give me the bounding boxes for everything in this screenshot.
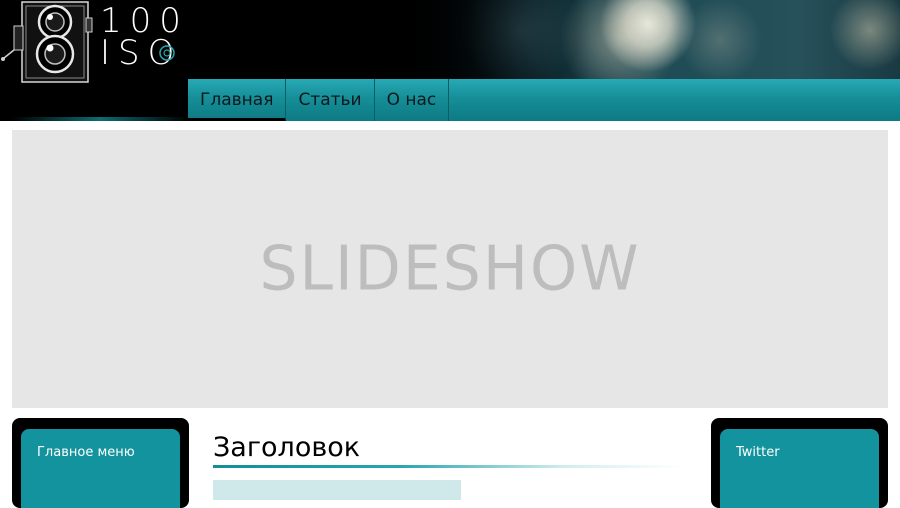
main-nav: Главная Статьи О нас bbox=[188, 79, 450, 121]
right-sidebar-box: Twitter bbox=[711, 418, 888, 508]
nav-item-home[interactable]: Главная bbox=[188, 79, 287, 121]
slideshow-placeholder[interactable]: SLIDESHOW bbox=[12, 130, 888, 408]
left-sidebar-panel: Главное меню bbox=[21, 429, 180, 508]
slideshow-label: SLIDESHOW bbox=[259, 233, 641, 305]
nav-item-about[interactable]: О нас bbox=[375, 79, 450, 121]
article-heading: Заголовок bbox=[213, 432, 361, 463]
heading-underline bbox=[213, 465, 683, 468]
site-logo[interactable]: 100 ISO bbox=[0, 0, 190, 83]
nav-left-strip bbox=[12, 117, 188, 121]
aperture-icon bbox=[159, 45, 175, 61]
logo-wordmark: 100 ISO bbox=[100, 4, 189, 70]
right-sidebar-panel: Twitter bbox=[720, 429, 879, 508]
content-block bbox=[213, 480, 461, 500]
header-bokeh-photo bbox=[400, 0, 900, 79]
main-menu-title: Главное меню bbox=[37, 445, 135, 460]
twitter-title: Twitter bbox=[736, 445, 780, 460]
site-header: 100 ISO Главная Статьи О нас bbox=[0, 0, 900, 121]
logo-line-2: ISO bbox=[100, 36, 189, 70]
left-sidebar-box: Главное меню bbox=[12, 418, 189, 508]
nav-item-articles[interactable]: Статьи bbox=[286, 79, 375, 121]
camera-icon bbox=[1, 1, 93, 83]
